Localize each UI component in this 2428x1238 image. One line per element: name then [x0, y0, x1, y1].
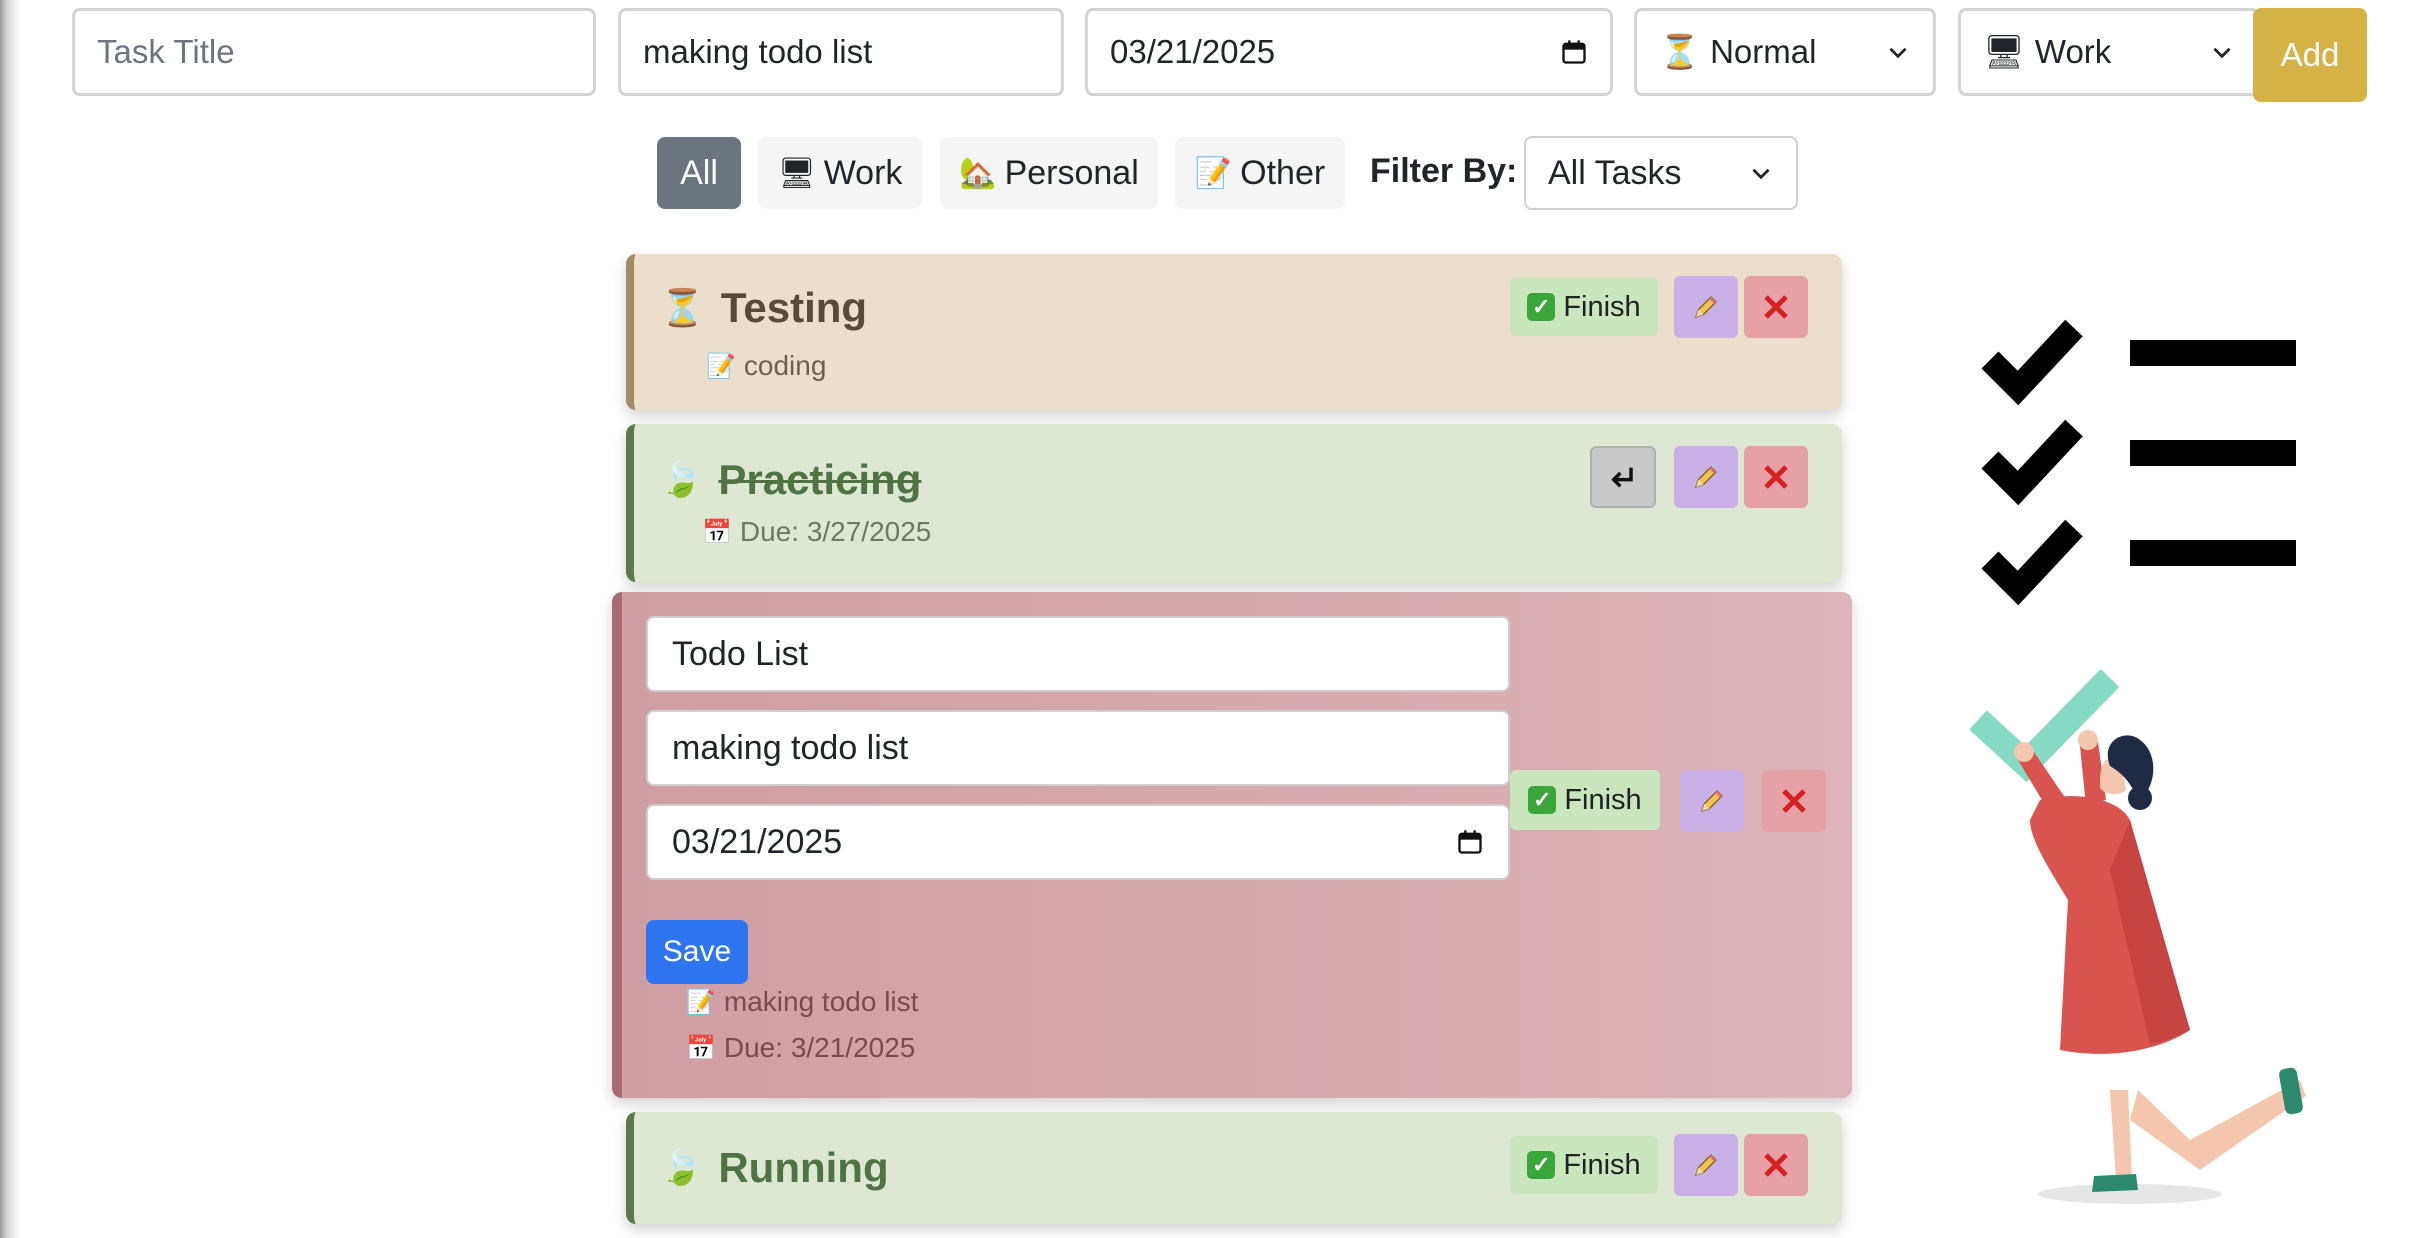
house-icon: 🏡	[959, 155, 997, 191]
task-title-text: Testing	[720, 284, 868, 331]
task-title: ⏳ Testing	[660, 284, 867, 332]
filter-by-label: Filter By:	[1370, 152, 1518, 190]
finish-label: Finish	[1564, 783, 1642, 816]
task-card-running: 🍃 Running ✓ Finish	[626, 1112, 1842, 1224]
edit-button[interactable]	[1674, 1134, 1738, 1196]
filter-all-label: All	[680, 153, 718, 192]
return-arrow-icon	[1611, 467, 1633, 488]
check-icon: ✓	[1528, 786, 1557, 814]
filter-by-value: All Tasks	[1548, 153, 1682, 192]
delete-button[interactable]	[1744, 446, 1808, 508]
check-icon: ✓	[1527, 293, 1556, 321]
filter-all-button[interactable]: All	[657, 137, 741, 209]
edit-date-input[interactable]: 03/21/2025	[646, 804, 1510, 880]
window-edge-shadow	[0, 0, 20, 1238]
chevron-down-icon	[1752, 168, 1770, 180]
finish-button[interactable]: ✓ Finish	[1510, 278, 1658, 336]
edit-title-input[interactable]: Todo List	[646, 616, 1510, 692]
pencil-icon	[1695, 466, 1717, 488]
save-button[interactable]: Save	[646, 920, 748, 984]
check-icon: ✓	[1527, 1151, 1556, 1179]
undo-button[interactable]	[1590, 446, 1656, 508]
finish-label: Finish	[1563, 290, 1641, 323]
calendar-icon[interactable]	[1560, 38, 1588, 66]
close-icon	[1764, 465, 1788, 489]
task-title-placeholder: Task Title	[97, 33, 235, 70]
chevron-down-icon	[1889, 47, 1907, 59]
task-description: 📝 making todo list	[686, 986, 918, 1018]
task-date-value: 03/21/2025	[1110, 33, 1276, 70]
memo-icon: 📝	[686, 988, 716, 1016]
calendar-icon: 📅	[702, 518, 732, 546]
memo-icon: 📝	[706, 352, 736, 380]
category-value: Work	[2034, 33, 2112, 70]
computer-icon: 🖥	[1983, 32, 2025, 71]
delete-button[interactable]	[1744, 276, 1808, 338]
filter-personal-label: Personal	[1004, 153, 1139, 192]
edit-button[interactable]	[1680, 770, 1744, 832]
finish-button[interactable]: ✓ Finish	[1510, 770, 1660, 830]
edit-description-input[interactable]: making todo list	[646, 710, 1510, 786]
add-task-button[interactable]: Add	[2253, 8, 2367, 102]
hourglass-icon: ⏳	[660, 288, 705, 329]
filter-work-button[interactable]: 🖥 Work	[758, 137, 922, 209]
hourglass-icon: ⏳	[1659, 32, 1701, 71]
pencil-icon	[1701, 790, 1723, 812]
task-card-testing: ⏳ Testing 📝 coding ✓ Finish	[626, 254, 1842, 410]
priority-value: Normal	[1710, 33, 1817, 70]
edit-button[interactable]	[1674, 276, 1738, 338]
leaf-icon: 🍃	[660, 1148, 703, 1188]
filter-other-label: Other	[1240, 153, 1326, 192]
task-description-value: making todo list	[643, 33, 873, 70]
task-description-text: making todo list	[723, 986, 919, 1017]
close-icon	[1764, 295, 1788, 319]
task-date-input[interactable]: 03/21/2025	[1085, 8, 1613, 96]
task-due-text: Due: 3/27/2025	[739, 516, 932, 547]
task-description: 📝 coding	[706, 350, 826, 382]
filter-by-select[interactable]: All Tasks	[1524, 136, 1798, 210]
task-due-date: 📅 Due: 3/21/2025	[686, 1032, 915, 1064]
checklist-illustration-icon	[1981, 319, 2296, 606]
edit-button[interactable]	[1674, 446, 1738, 508]
pencil-icon	[1695, 1154, 1717, 1176]
pencil-icon	[1695, 296, 1717, 318]
task-title-input[interactable]: Task Title	[72, 8, 596, 96]
task-title: 🍃 Running	[660, 1144, 889, 1192]
calendar-icon[interactable]	[1456, 828, 1484, 856]
task-title-text: Running	[718, 1144, 889, 1191]
woman-holding-checkmark-illustration	[1969, 670, 2306, 1204]
task-title: 🍃 Practicing	[660, 456, 921, 504]
finish-label: Finish	[1563, 1148, 1641, 1181]
edit-date-value: 03/21/2025	[672, 822, 843, 861]
computer-icon: 🖥	[777, 155, 816, 191]
delete-button[interactable]	[1744, 1134, 1808, 1196]
leaf-icon: 🍃	[660, 460, 703, 500]
calendar-icon: 📅	[686, 1034, 716, 1062]
chevron-down-icon	[2213, 47, 2231, 59]
task-due-text: Due: 3/21/2025	[723, 1032, 916, 1063]
task-description-text: coding	[743, 350, 827, 381]
close-icon	[1782, 789, 1806, 813]
filter-personal-button[interactable]: 🏡 Personal	[940, 137, 1158, 209]
category-select[interactable]: 🖥 Work	[1958, 8, 2260, 96]
close-icon	[1764, 1153, 1788, 1177]
task-due-date: 📅 Due: 3/27/2025	[702, 516, 931, 548]
task-description-input[interactable]: making todo list	[618, 8, 1064, 96]
task-card-practicing: 🍃 Practicing 📅 Due: 3/27/2025	[626, 424, 1842, 582]
filter-work-label: Work	[823, 153, 903, 192]
priority-select[interactable]: ⏳ Normal	[1634, 8, 1936, 96]
delete-button[interactable]	[1762, 770, 1826, 832]
task-title-text: Practicing	[718, 456, 922, 503]
edit-title-value: Todo List	[672, 634, 809, 673]
memo-icon: 📝	[1194, 155, 1233, 191]
filter-other-button[interactable]: 📝 Other	[1175, 137, 1345, 209]
edit-description-value: making todo list	[672, 728, 909, 767]
finish-button[interactable]: ✓ Finish	[1510, 1136, 1658, 1194]
